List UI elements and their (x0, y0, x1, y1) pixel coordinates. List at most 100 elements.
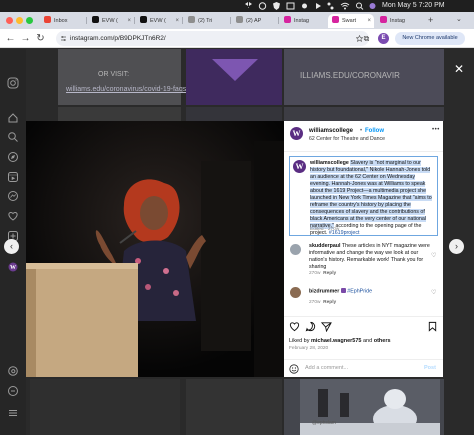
more-options-icon[interactable]: ••• (432, 127, 440, 133)
home-icon[interactable] (7, 112, 19, 124)
search-icon[interactable] (7, 131, 19, 143)
notifications-icon[interactable] (7, 210, 19, 222)
threads-icon[interactable] (7, 365, 19, 377)
reels-icon[interactable] (7, 171, 19, 183)
comment-age: 270w (309, 271, 321, 276)
status-app-icon[interactable] (258, 0, 267, 12)
liked-by-others[interactable]: others (374, 338, 391, 344)
site-favicon-icon (188, 16, 195, 23)
tab-ap[interactable]: (2) AP (232, 14, 278, 28)
comment-username[interactable]: bizdrummer (309, 289, 339, 295)
new-chrome-available-button[interactable]: New Chrome available (395, 32, 465, 45)
like-heart-icon[interactable] (289, 321, 300, 332)
browser-toolbar: ← → ↻ instagram.com/p/B9DPKJTn6R2/ ⧉ E N… (0, 29, 474, 48)
purple-chevron-graphic (212, 59, 258, 81)
tab-close-icon[interactable]: × (175, 14, 179, 28)
instagram-page: W OR VISIT: williams.edu/coronavirus/cov… (0, 49, 474, 435)
wifi-icon[interactable] (340, 0, 350, 12)
control-center-icon[interactable] (326, 0, 335, 12)
comment-avatar[interactable] (290, 287, 301, 298)
liked-by-user[interactable]: michael.wagner575 (311, 338, 361, 344)
grid-tile[interactable] (186, 107, 282, 121)
close-modal-icon[interactable]: ✕ (454, 62, 464, 76)
system-clock[interactable]: Mon May 5 7:20 PM (382, 0, 445, 12)
add-comment-row: Add a comment... Post (284, 359, 443, 377)
status-dot-icon[interactable] (300, 0, 309, 12)
status-box-icon[interactable] (286, 0, 295, 12)
comment-age: 270w (309, 300, 321, 305)
comment-avatar[interactable] (290, 244, 301, 255)
caption-author-avatar[interactable]: W (293, 160, 306, 173)
post-details-panel: W williamscollege • Follow 62 Center for… (284, 121, 443, 377)
back-button[interactable]: ← (4, 32, 17, 45)
status-play-icon[interactable] (314, 0, 323, 12)
next-post-button[interactable]: › (449, 239, 464, 254)
comment-hashtag-link[interactable]: #EphPride (347, 289, 372, 295)
comment-username[interactable]: skudderpaul (309, 243, 341, 249)
tab-close-icon[interactable]: × (127, 14, 131, 28)
snow-photo-thumbnail (300, 379, 440, 435)
window-close-button[interactable] (6, 17, 13, 24)
grid-tile[interactable] (186, 379, 282, 435)
tab-evw-2[interactable]: EVW ( × (136, 14, 182, 28)
post-author-username[interactable]: williamscollege (309, 128, 353, 134)
grid-tile[interactable] (284, 107, 444, 121)
tab-close-icon[interactable]: × (367, 14, 371, 28)
tab-instagram-2[interactable]: Instag (376, 14, 422, 28)
url-text: instagram.com/p/B9DPKJTn6R2/ (70, 35, 166, 42)
comment-like-icon[interactable]: ♡ (431, 289, 436, 296)
siri-icon[interactable] (368, 0, 377, 12)
site-info-icon[interactable] (60, 35, 67, 42)
new-tab-button[interactable]: + (428, 15, 433, 25)
post-location[interactable]: 62 Center for Theatre and Dance (309, 136, 385, 142)
extensions-icon[interactable]: ⧉ (360, 32, 373, 45)
speaker-photo-image (26, 121, 284, 377)
dropbox-icon[interactable] (244, 0, 253, 12)
reload-button[interactable]: ↻ (34, 32, 47, 45)
follow-button[interactable]: Follow (365, 128, 384, 134)
gmail-icon (44, 16, 51, 23)
liked-by-summary: Liked by michael.wagner575 and others (289, 338, 391, 344)
comment-like-icon[interactable]: ♡ (431, 252, 436, 259)
caption-username[interactable]: williamscollege (310, 160, 349, 166)
previous-post-button[interactable]: ‹ (4, 239, 19, 254)
x-icon (140, 16, 147, 23)
browser-tab-strip: Inbox EVW ( × EVW ( × (2) Tri (2) AP Ins… (0, 12, 474, 29)
comment-reply-button[interactable]: Reply (323, 271, 336, 276)
save-bookmark-icon[interactable] (427, 321, 438, 332)
instagram-icon[interactable] (7, 77, 19, 89)
profile-avatar[interactable]: E (378, 33, 389, 44)
tab-swart-active[interactable]: Swart × (328, 14, 374, 28)
explore-icon[interactable] (7, 151, 19, 163)
post-photo[interactable] (26, 121, 284, 377)
status-shield-icon[interactable] (272, 0, 281, 12)
emoji-picker-icon[interactable] (289, 364, 299, 374)
window-zoom-button[interactable] (26, 17, 33, 24)
address-bar[interactable]: instagram.com/p/B9DPKJTn6R2/ (56, 31, 369, 46)
profile-icon[interactable]: W (7, 261, 19, 273)
grid-tile[interactable] (58, 107, 181, 121)
comment-icon[interactable] (305, 321, 316, 332)
forward-button[interactable]: → (19, 32, 32, 45)
messages-icon[interactable] (7, 190, 19, 202)
post-author-avatar[interactable]: W (290, 127, 303, 140)
search-spotlight-icon[interactable] (355, 0, 364, 12)
tab-search-icon[interactable]: ⌄ (456, 15, 462, 23)
grid-tile[interactable] (30, 379, 180, 435)
header-divider (284, 151, 443, 152)
add-comment-input[interactable]: Add a comment... (305, 365, 348, 371)
caption-block: W williamscollege Slavery is "not margin… (289, 156, 438, 236)
window-minimize-button[interactable] (16, 17, 23, 24)
comment-reply-button[interactable]: Reply (323, 300, 336, 305)
tab-trib[interactable]: (2) Tri (184, 14, 230, 28)
post-comment-button[interactable]: Post (424, 365, 436, 371)
tab-instagram-1[interactable]: Instag (280, 14, 326, 28)
menu-icon[interactable] (7, 407, 19, 419)
share-icon[interactable] (321, 321, 332, 332)
site-favicon-icon (236, 16, 243, 23)
background-corner-text: @ephslam (312, 420, 336, 426)
more-icon[interactable] (7, 385, 19, 397)
tab-evw-1[interactable]: EVW ( × (88, 14, 134, 28)
tab-inbox[interactable]: Inbox (40, 14, 86, 28)
background-right-text: ILLIAMS.EDU/CORONAVIR (300, 71, 400, 80)
